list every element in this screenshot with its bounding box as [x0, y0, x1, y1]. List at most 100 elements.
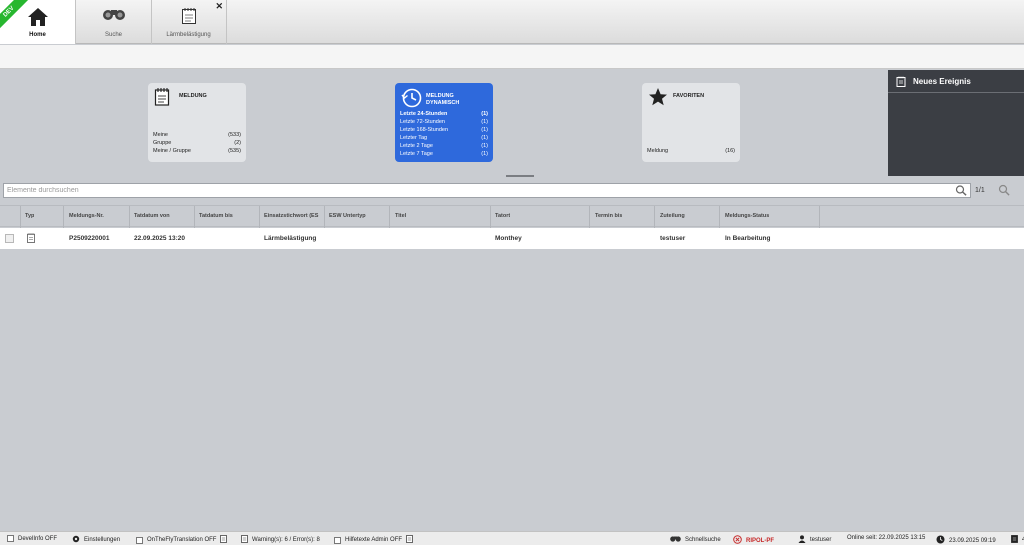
- column-header-einsatzstichwort[interactable]: Einsatzstichwort (ES: [264, 213, 322, 219]
- online-since: Online seit: 22.09.2025 13:15: [847, 535, 926, 541]
- error-circle-icon: [733, 535, 742, 545]
- column-header-termin-bis[interactable]: Termin bis: [595, 213, 622, 219]
- row-count: (533): [228, 132, 241, 138]
- row-label: Letzte 24-Stunden: [400, 111, 448, 117]
- document-icon: [406, 535, 413, 545]
- user-indicator[interactable]: testuser: [798, 535, 831, 545]
- column-header-meldungs-nr[interactable]: Meldungs-Nr.: [69, 213, 104, 219]
- tab-home-label: Home: [29, 32, 46, 38]
- binoculars-icon: [670, 535, 681, 544]
- row-label: Letzte 2 Tage: [400, 143, 433, 149]
- tile-row[interactable]: Meldung (16): [647, 147, 735, 155]
- column-header-tatort[interactable]: Tatort: [495, 213, 510, 219]
- tile-meldung-dynamisch[interactable]: MELDUNG DYNAMISCH Letzte 24-Stunden (1) L…: [395, 83, 493, 162]
- clock-indicator: 23.09.2025 09:19: [936, 535, 996, 545]
- tile-meldung[interactable]: MELDUNG Meine (533) Gruppe (2) Meine / Gru…: [148, 83, 246, 162]
- tile-meldung-title: MELDUNG: [179, 93, 207, 99]
- row-label: Gruppe: [153, 140, 172, 146]
- hilfetexte-checkbox[interactable]: [334, 536, 341, 544]
- tab-bar: DEV Home Suche Lärmbelästigung ✕: [0, 0, 1024, 44]
- develinfo-toggle[interactable]: DevelInfo OFF: [7, 535, 57, 542]
- cell-meldungs-status: In Bearbeitung: [725, 235, 771, 242]
- row-checkbox[interactable]: [5, 234, 14, 243]
- column-header-titel[interactable]: Titel: [395, 213, 406, 219]
- row-count: (1): [481, 151, 488, 157]
- tile-row[interactable]: Letzte 24-Stunden (1): [400, 110, 488, 118]
- warnings-indicator[interactable]: Warning(s): 6 / Error(s): 8: [241, 535, 320, 545]
- tile-favoriten[interactable]: FAVORITEN Meldung (16): [642, 83, 740, 162]
- cell-tatdatum-von: 22.09.2025 13:20: [134, 235, 185, 242]
- tab-home[interactable]: DEV Home: [0, 0, 76, 44]
- row-count: (1): [481, 111, 488, 117]
- notepad-icon: [154, 87, 170, 109]
- column-header-typ[interactable]: Typ: [25, 213, 34, 219]
- splitter-handle[interactable]: [506, 175, 534, 177]
- tab-suche[interactable]: Suche: [76, 0, 152, 44]
- row-label: Meine / Gruppe: [153, 148, 191, 154]
- onthefly-toggle[interactable]: OnTheFlyTranslation OFF: [136, 535, 228, 545]
- search-box: [3, 183, 971, 198]
- clock-label: 23.09.2025 09:19: [949, 537, 996, 544]
- column-header-zuteilung[interactable]: Zuteilung: [660, 213, 685, 219]
- notepad-icon: [896, 76, 906, 89]
- new-event-label: Neues Ereignis: [913, 77, 971, 86]
- tab-suche-label: Suche: [104, 32, 122, 38]
- search-input[interactable]: [7, 185, 947, 196]
- counter-indicator[interactable]: 4: [1011, 535, 1024, 545]
- tile-row[interactable]: Meine (533): [153, 131, 241, 139]
- close-tab-icon[interactable]: ✕: [215, 1, 223, 12]
- onthefly-label: OnTheFlyTranslation OFF: [147, 537, 217, 543]
- clock-icon: [936, 535, 945, 545]
- result-pager: 1/1: [975, 187, 985, 194]
- column-header-tatdatum-von[interactable]: Tatdatum von: [134, 213, 170, 219]
- hilfetexte-label: Hilfetexte Admin OFF: [345, 537, 403, 543]
- row-label: Letzter Tag: [400, 135, 428, 141]
- develinfo-checkbox[interactable]: [7, 535, 14, 542]
- status-bar: DevelInfo OFF Einstellungen OnTheFlyTran…: [0, 531, 1024, 545]
- cell-tatort: Monthey: [495, 235, 522, 242]
- tile-row[interactable]: Letzte 7 Tage (1): [400, 150, 488, 158]
- home-icon: [27, 7, 49, 29]
- document-icon: [241, 535, 248, 545]
- tab-laermbelaestigung-label: Lärmbelästigung: [166, 32, 211, 38]
- quick-search-button[interactable]: Schnellsuche: [670, 535, 721, 544]
- onthefly-checkbox[interactable]: [136, 536, 143, 544]
- tile-row[interactable]: Letzte 72-Stunden (1): [400, 118, 488, 126]
- hilfetexte-toggle[interactable]: Hilfetexte Admin OFF: [334, 535, 413, 545]
- ripol-label: RIPOL-PF: [746, 537, 774, 544]
- column-header-tatdatum-bis[interactable]: Tatdatum bis: [199, 213, 233, 219]
- tile-row[interactable]: Letzter Tag (1): [400, 134, 488, 142]
- gear-icon: [72, 535, 80, 545]
- document-icon: [220, 535, 228, 545]
- ripol-status[interactable]: RIPOL-PF: [733, 535, 774, 545]
- table-row[interactable]: P2509220001 22.09.2025 13:20 Lärmbelästi…: [0, 228, 1024, 249]
- row-count: (1): [481, 135, 488, 141]
- tile-row[interactable]: Letzte 168-Stunden (1): [400, 126, 488, 134]
- search-icon[interactable]: [955, 185, 967, 198]
- secondary-toolbar: [0, 45, 1024, 69]
- settings-button[interactable]: Einstellungen: [72, 535, 120, 545]
- tab-laermbelaestigung[interactable]: Lärmbelästigung ✕: [151, 0, 227, 44]
- user-icon: [798, 535, 806, 545]
- row-label: Letzte 168-Stunden: [400, 127, 449, 133]
- meldung-type-icon: [27, 233, 35, 245]
- user-label: testuser: [810, 537, 832, 543]
- row-count: (2): [234, 140, 241, 146]
- tile-row[interactable]: Gruppe (2): [153, 139, 241, 147]
- column-header-esw-untertyp[interactable]: ESW Untertyp: [329, 213, 366, 219]
- quick-search-label: Schnellsuche: [685, 536, 721, 543]
- tile-row[interactable]: Meine / Gruppe (535): [153, 147, 241, 155]
- row-count: (1): [481, 127, 488, 133]
- new-event-button[interactable]: Neues Ereignis: [888, 70, 1024, 93]
- tile-row[interactable]: Letzte 2 Tage (1): [400, 142, 488, 150]
- tile-meldung-dynamisch-title: MELDUNG DYNAMISCH: [426, 93, 460, 106]
- tile-favoriten-title: FAVORITEN: [673, 93, 705, 99]
- develinfo-label: DevelInfo OFF: [18, 535, 58, 542]
- clock-history-icon: [401, 87, 423, 111]
- dashboard: MELDUNG Meine (533) Gruppe (2) Meine / Gru…: [0, 70, 888, 176]
- settings-label: Einstellungen: [84, 537, 121, 543]
- row-count: (16): [725, 148, 735, 154]
- column-header-meldungs-status[interactable]: Meldungs-Status: [725, 213, 769, 219]
- zoom-icon[interactable]: [998, 184, 1010, 198]
- cell-meldungs-nr: P2509220001: [69, 235, 110, 242]
